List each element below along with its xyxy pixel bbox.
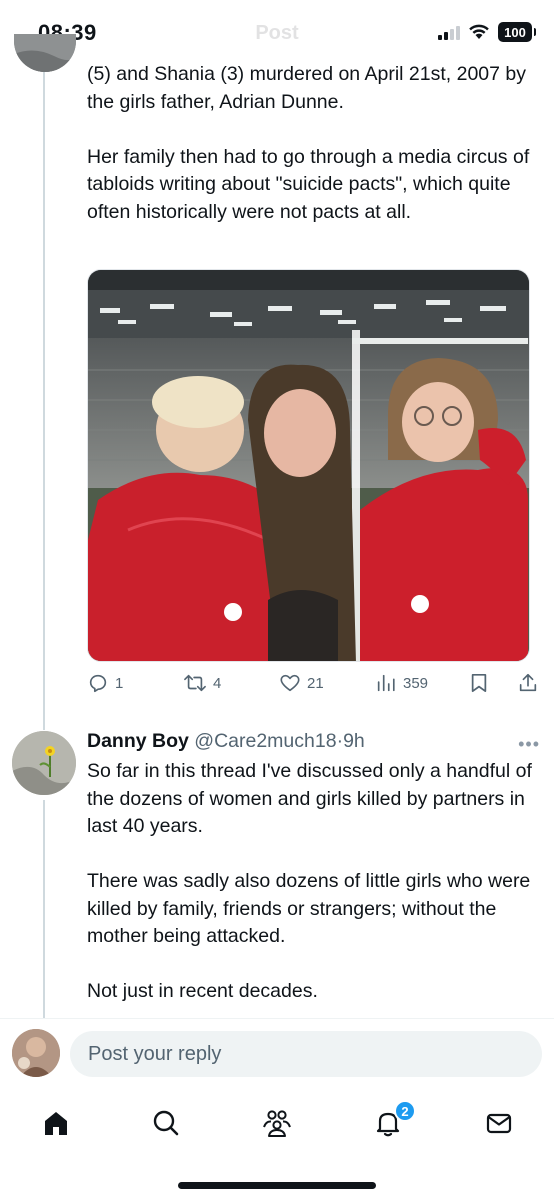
photo-image [88, 270, 529, 661]
status-bar: 08:39 Post 100 [0, 0, 554, 64]
repost-icon [184, 674, 206, 692]
thread-connector-line [43, 72, 45, 730]
display-name[interactable]: Danny Boy [87, 730, 189, 752]
mail-icon [486, 1113, 512, 1134]
my-avatar[interactable] [12, 1029, 60, 1077]
share-button[interactable] [517, 672, 539, 694]
search-icon [153, 1110, 179, 1136]
user-handle[interactable]: @Care2much18 [194, 730, 336, 752]
thread-connector-line [43, 800, 45, 1018]
communities-icon [263, 1110, 291, 1137]
reply-input[interactable]: Post your reply [70, 1031, 542, 1077]
avatar[interactable] [12, 731, 76, 795]
tweet-text: (5) and Shania (3) murdered on April 21s… [87, 61, 537, 226]
reply-icon [89, 674, 107, 693]
share-icon [519, 673, 537, 692]
tweet-paragraph: There was sadly also dozens of little gi… [87, 870, 531, 947]
bookmark-icon [471, 673, 487, 693]
cellular-signal-icon [438, 24, 460, 40]
heart-icon [280, 674, 300, 692]
like-button[interactable]: 21 [279, 672, 324, 694]
tweet-paragraph: Her family then had to go through a medi… [87, 145, 530, 223]
tab-search[interactable] [148, 1105, 184, 1141]
tweet-text: So far in this thread I've discussed onl… [87, 758, 537, 1006]
tab-home[interactable] [38, 1105, 74, 1141]
previous-tweet-avatar[interactable] [14, 34, 76, 72]
views-icon [377, 674, 395, 692]
more-options-icon[interactable]: ••• [518, 734, 540, 755]
wifi-icon [469, 24, 489, 39]
tweet-photo[interactable] [87, 269, 530, 662]
reply-button[interactable]: 1 [87, 672, 123, 694]
tweet-header: Danny Boy @Care2much18·9h [87, 730, 365, 753]
like-count: 21 [307, 674, 324, 692]
tab-communities[interactable] [259, 1105, 295, 1141]
battery-icon: 100 [498, 22, 536, 42]
bookmark-button[interactable] [469, 672, 489, 694]
home-icon [45, 1112, 67, 1135]
tweet-action-bar: 1 4 21 359 [87, 672, 542, 702]
home-indicator [178, 1182, 376, 1189]
reply-count: 1 [115, 674, 124, 692]
status-icons: 100 [438, 22, 536, 42]
notification-badge: 2 [394, 1100, 416, 1122]
tweet-paragraph: So far in this thread I've discussed onl… [87, 760, 532, 837]
tab-messages[interactable] [481, 1105, 517, 1141]
tweet-time[interactable]: 9h [343, 730, 365, 752]
repost-count: 4 [213, 674, 222, 692]
views-button[interactable]: 359 [375, 672, 428, 694]
tweet-paragraph: Not just in recent decades. [87, 980, 318, 1002]
repost-button[interactable]: 4 [183, 672, 221, 694]
tweet-paragraph: (5) and Shania (3) murdered on April 21s… [87, 63, 527, 113]
view-count: 359 [403, 674, 429, 692]
